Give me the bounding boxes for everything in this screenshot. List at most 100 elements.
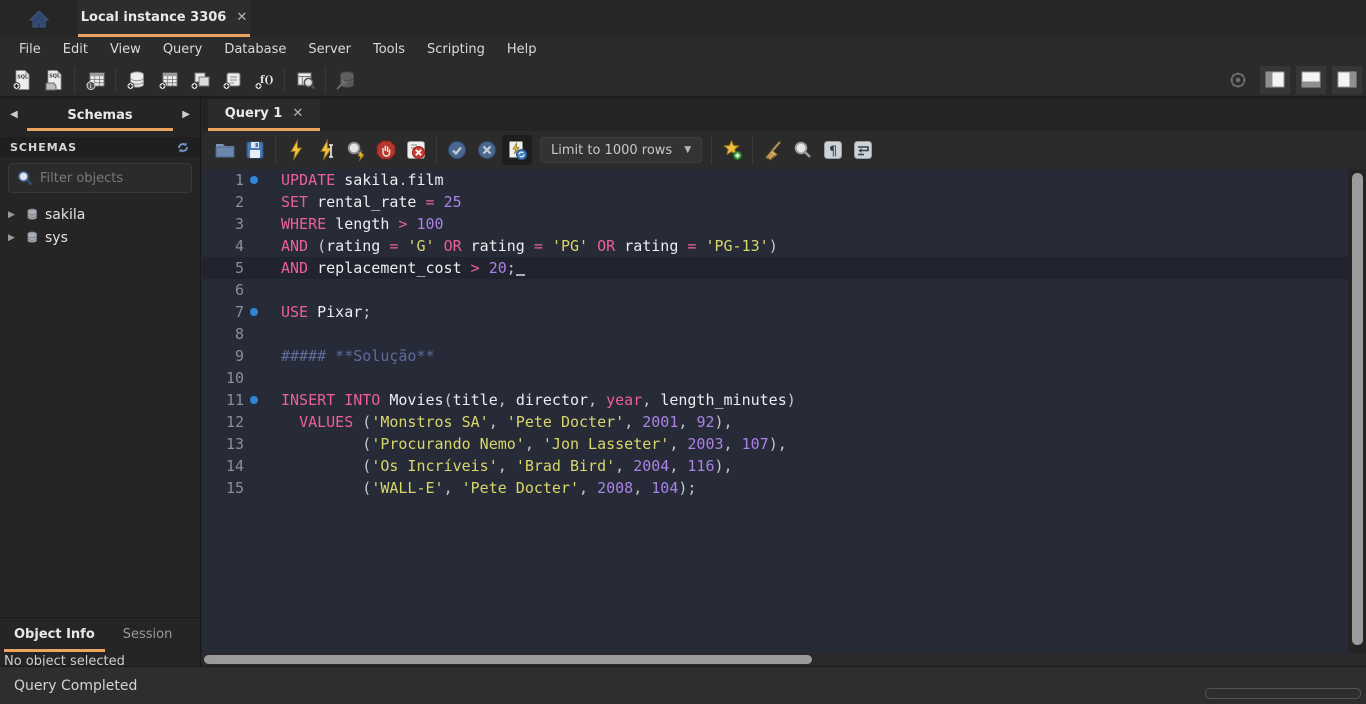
execute-current-icon — [315, 139, 337, 161]
toolbar-separator — [115, 67, 116, 93]
vertical-scrollbar-thumb[interactable] — [1352, 173, 1363, 645]
toolbar-separator — [752, 136, 753, 164]
menu-item-server[interactable]: Server — [297, 37, 362, 63]
preferences-icon — [1228, 70, 1248, 90]
menu-item-edit[interactable]: Edit — [52, 37, 99, 63]
save-button[interactable] — [240, 135, 270, 165]
find-button[interactable] — [788, 135, 818, 165]
preferences-button[interactable] — [1222, 65, 1254, 95]
connection-tab[interactable]: Local instance 3306 ✕ — [78, 0, 250, 37]
commit-button[interactable] — [442, 135, 472, 165]
toggle-bottom-panel-icon — [1300, 69, 1322, 91]
autocommit-icon — [506, 139, 528, 161]
line-number: 1 — [202, 171, 244, 189]
toggle-right-panel-button[interactable] — [1332, 66, 1362, 94]
invisibles-button[interactable]: ¶ — [818, 135, 848, 165]
wrap-button[interactable] — [848, 135, 878, 165]
close-icon[interactable]: ✕ — [236, 10, 247, 25]
menu-item-tools[interactable]: Tools — [362, 37, 416, 63]
home-icon — [28, 9, 50, 29]
new-snippet-button[interactable] — [717, 135, 747, 165]
schemas-section-bar: SCHEMAS — [0, 137, 200, 157]
sidebar-next-icon[interactable]: ▶ — [182, 109, 190, 120]
horizontal-scrollbar-thumb[interactable] — [204, 655, 812, 664]
refresh-icon[interactable] — [176, 141, 190, 154]
autocommit-button[interactable] — [502, 135, 532, 165]
chevron-down-icon: ▼ — [684, 145, 691, 155]
new-sql-tab-button[interactable]: SQL — [6, 65, 38, 95]
code-line[interactable]: 15 ('WALL-E', 'Pete Docter', 2008, 104); — [202, 477, 1366, 499]
toolbar-separator — [275, 136, 276, 164]
beautify-icon — [762, 139, 784, 161]
code-line[interactable]: 2SET rental_rate = 25 — [202, 191, 1366, 213]
sql-editor[interactable]: 1 UPDATE sakila.film 2SET rental_rate = 25… — [202, 169, 1366, 653]
object-info-status: No object selected — [0, 654, 200, 666]
toggle-left-panel-button[interactable] — [1260, 66, 1290, 94]
svg-text:SQL: SQL — [49, 73, 61, 79]
schema-item-sys[interactable]: ▶sys — [0, 226, 200, 249]
statement-marker-dot — [250, 396, 258, 404]
schema-item-sakila[interactable]: ▶sakila — [0, 203, 200, 226]
code-line[interactable]: 13 ('Procurando Nemo', 'Jon Lasseter', 2… — [202, 433, 1366, 455]
svg-text:f(): f() — [260, 75, 274, 86]
statement-marker — [244, 396, 264, 404]
main-toolbar: SQL SQL i f() — [0, 63, 1366, 99]
code-line[interactable]: 7USE Pixar; — [202, 301, 1366, 323]
filter-input[interactable] — [40, 171, 201, 186]
code-line[interactable]: 6 — [202, 279, 1366, 301]
toggle-bottom-panel-button[interactable] — [1296, 66, 1326, 94]
sidebar-prev-icon[interactable]: ◀ — [10, 109, 18, 120]
tab-session[interactable]: Session — [109, 618, 187, 652]
code-line[interactable]: 11INSERT INTO Movies(title, director, ye… — [202, 389, 1366, 411]
toolbar-separator — [325, 67, 326, 93]
menu-item-database[interactable]: Database — [213, 37, 297, 63]
expand-icon[interactable]: ▶ — [8, 233, 18, 243]
explain-button[interactable] — [341, 135, 371, 165]
stop-on-error-button[interactable] — [401, 135, 431, 165]
code-line[interactable]: 12 VALUES ('Monstros SA', 'Pete Docter',… — [202, 411, 1366, 433]
limit-rows-dropdown[interactable]: Limit to 1000 rows▼ — [540, 137, 702, 163]
new-function-button[interactable]: f() — [248, 65, 280, 95]
database-icon — [24, 207, 39, 222]
open-sql-script-button[interactable]: SQL — [38, 65, 70, 95]
menu-item-help[interactable]: Help — [496, 37, 548, 63]
code-line[interactable]: 3WHERE length > 100 — [202, 213, 1366, 235]
code-text: VALUES ('Monstros SA', 'Pete Docter', 20… — [281, 413, 733, 431]
new-schema-button[interactable] — [120, 65, 152, 95]
open-file-button[interactable] — [210, 135, 240, 165]
query-tab[interactable]: Query 1 ✕ — [208, 99, 320, 131]
tab-object-info[interactable]: Object Info — [0, 618, 109, 652]
code-line[interactable]: 4AND (rating = 'G' OR rating = 'PG' OR r… — [202, 235, 1366, 257]
new-sql-tab-icon: SQL — [11, 69, 33, 91]
inspector-button[interactable]: i — [79, 65, 111, 95]
new-view-button[interactable] — [184, 65, 216, 95]
code-text: SET rental_rate = 25 — [281, 193, 462, 211]
search-data-button[interactable] — [289, 65, 321, 95]
new-table-button[interactable] — [152, 65, 184, 95]
home-tab[interactable] — [0, 0, 78, 37]
explain-icon — [345, 139, 367, 161]
code-line[interactable]: 8 — [202, 323, 1366, 345]
editor-toolbar: Limit to 1000 rows▼ ¶ — [202, 131, 1366, 169]
menu-item-file[interactable]: File — [8, 37, 52, 63]
close-icon[interactable]: ✕ — [292, 106, 303, 121]
code-line[interactable]: 5AND replacement_cost > 20; — [202, 257, 1366, 279]
new-procedure-button[interactable] — [216, 65, 248, 95]
code-text: UPDATE sakila.film — [281, 171, 444, 189]
code-line[interactable]: 1 UPDATE sakila.film — [202, 169, 1366, 191]
stop-on-error-icon — [405, 139, 427, 161]
menu-item-scripting[interactable]: Scripting — [416, 37, 496, 63]
code-line[interactable]: 14 ('Os Incríveis', 'Brad Bird', 2004, 1… — [202, 455, 1366, 477]
rollback-button[interactable] — [472, 135, 502, 165]
filter-box — [8, 163, 192, 193]
stop-button[interactable] — [371, 135, 401, 165]
beautify-button[interactable] — [758, 135, 788, 165]
code-line[interactable]: 9##### **Solução** — [202, 345, 1366, 367]
execute-button[interactable] — [281, 135, 311, 165]
execute-current-button[interactable] — [311, 135, 341, 165]
menu-item-query[interactable]: Query — [152, 37, 214, 63]
expand-icon[interactable]: ▶ — [8, 210, 18, 220]
menu-item-view[interactable]: View — [99, 37, 152, 63]
code-line[interactable]: 10 — [202, 367, 1366, 389]
toolbar-right — [1222, 63, 1362, 96]
